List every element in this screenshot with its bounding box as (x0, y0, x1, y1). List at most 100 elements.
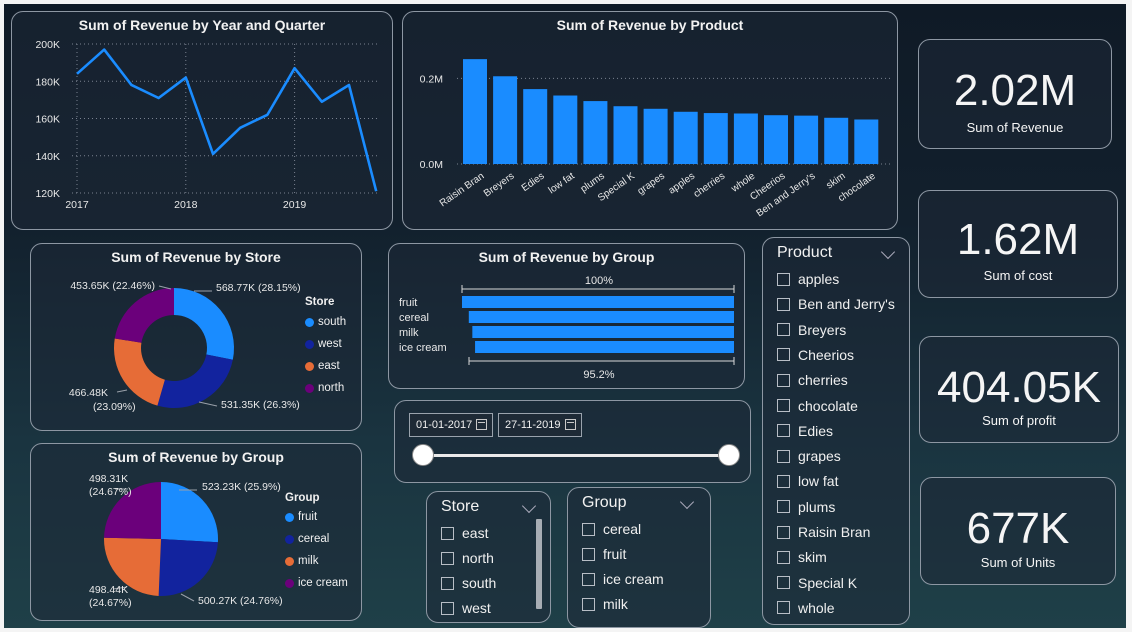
scrollbar[interactable] (536, 519, 542, 609)
checkbox[interactable] (777, 297, 790, 311)
slicer-item-special-k[interactable]: Special K (777, 575, 857, 591)
range-track[interactable] (423, 454, 729, 457)
data-label: 466.48K (69, 387, 108, 399)
legend-label: east (318, 360, 340, 372)
legend-item-east[interactable]: east (305, 360, 340, 372)
date-range-slicer[interactable]: 01-01-2017 27-11-2019 (394, 400, 751, 483)
legend-item-cereal[interactable]: cereal (285, 533, 329, 545)
x-tick-label: Breyers (482, 171, 517, 200)
legend-swatch (305, 339, 314, 349)
slicer-item-label: cereal (603, 521, 642, 537)
checkbox[interactable] (582, 572, 595, 586)
checkbox[interactable] (441, 526, 454, 540)
legend-item-fruit[interactable]: fruit (285, 511, 317, 523)
bar (523, 89, 548, 164)
slicer-item-edies[interactable]: Edies (777, 423, 833, 439)
bar (643, 108, 668, 164)
slicer-item-milk[interactable]: milk (582, 596, 628, 612)
slicer-item-ice-cream[interactable]: ice cream (582, 571, 664, 587)
slicer-item-label: milk (603, 596, 628, 612)
bar-chart-plot: 0.0M0.2MRaisin BranBreyers Edies low fat pl… (420, 59, 891, 219)
checkbox[interactable] (582, 597, 595, 611)
slicer-item-low-fat[interactable]: low fat (777, 473, 838, 489)
checkbox[interactable] (777, 424, 790, 438)
slicer-item-breyers[interactable]: Breyers (777, 322, 846, 338)
series-line (76, 48, 378, 192)
slicer-item-label: Breyers (798, 321, 847, 338)
slicer-item-chocolate[interactable]: chocolate (777, 398, 858, 414)
legend-item-west[interactable]: west (305, 338, 342, 350)
checkbox[interactable] (441, 576, 454, 590)
slicer-item-grapes[interactable]: grapes (777, 448, 841, 464)
slicer-item-ben-and-jerry-s[interactable]: Ben and Jerry's (777, 296, 895, 312)
slicer-item-west[interactable]: west (441, 600, 491, 616)
checkbox[interactable] (777, 576, 790, 590)
legend-item-milk[interactable]: milk (285, 555, 318, 567)
slicer-item-label: Raisin Bran (798, 524, 871, 540)
slicer-item-cherries[interactable]: cherries (777, 372, 848, 388)
x-tick-label: 2019 (283, 199, 307, 211)
checkbox[interactable] (777, 474, 790, 488)
slicer-item-skim[interactable]: skim (777, 549, 827, 565)
data-label: (23.09%) (93, 401, 136, 413)
revenue-by-product-chart[interactable]: Sum of Revenue by Product 0.0M 0.2M Raisin… (402, 11, 898, 230)
slicer-item-cheerios[interactable]: Cheerios (777, 347, 854, 363)
range-end-handle[interactable] (718, 444, 740, 466)
legend-item-south[interactable]: south (305, 316, 346, 328)
y-tick-label: 0.0M (420, 159, 443, 171)
legend-label: fruit (298, 511, 318, 523)
revenue-by-group-bar-chart[interactable]: Sum of Revenue by Group 100% fruit cereal m… (388, 243, 745, 389)
checkbox[interactable] (777, 525, 790, 539)
legend-item-north[interactable]: north (305, 382, 344, 394)
data-label: 498.31K (89, 473, 128, 485)
slicer-item-label: skim (798, 549, 827, 566)
slicer-item-raisin-bran[interactable]: Raisin Bran (777, 524, 870, 540)
chevron-down-icon[interactable] (521, 498, 537, 514)
store-slicer[interactable]: Store east north south west (426, 491, 551, 623)
legend-label: north (318, 382, 345, 394)
revenue-by-group-pie-chart[interactable]: Sum of Revenue by Group 523.23K (25.9%) 5… (30, 443, 362, 621)
slicer-item-north[interactable]: north (441, 550, 494, 566)
slicer-item-south[interactable]: south (441, 575, 496, 591)
slicer-item-east[interactable]: east (441, 525, 488, 541)
kpi-card-revenue: 2.02M Sum of Revenue (918, 39, 1112, 149)
y-tick-label: ice cream (399, 342, 447, 354)
chevron-down-icon[interactable] (880, 244, 896, 260)
slicer-item-fruit[interactable]: fruit (582, 546, 626, 562)
data-label: 568.77K (28.15%) (216, 282, 301, 294)
calendar-icon[interactable] (476, 419, 487, 430)
checkbox[interactable] (582, 547, 595, 561)
end-date-input[interactable]: 27-11-2019 (498, 413, 582, 437)
start-date-input[interactable]: 01-01-2017 (409, 413, 493, 437)
x-tick-label: Edies (520, 171, 547, 194)
checkbox[interactable] (777, 373, 790, 387)
checkbox[interactable] (777, 323, 790, 337)
checkbox[interactable] (777, 348, 790, 362)
legend-item-ice-cream[interactable]: ice cream (285, 577, 348, 589)
product-slicer[interactable]: Product apples Ben and Jerry's Breyers Chee… (762, 237, 910, 625)
group-slicer[interactable]: Group cereal fruit ice cream milk (567, 487, 711, 628)
checkbox[interactable] (777, 399, 790, 412)
checkbox[interactable] (777, 272, 790, 286)
checkbox[interactable] (441, 551, 454, 565)
range-start-handle[interactable] (412, 444, 434, 466)
bar (673, 111, 698, 164)
checkbox[interactable] (441, 601, 454, 615)
revenue-by-store-chart[interactable]: Sum of Revenue by Store 568.77K (28.15%)… (30, 243, 362, 431)
y-tick-label: cereal (399, 312, 429, 324)
leader-line (180, 593, 195, 602)
checkbox[interactable] (777, 601, 790, 615)
slicer-item-whole[interactable]: whole (777, 600, 835, 616)
legend-swatch (285, 534, 294, 544)
slicer-item-plums[interactable]: plums (777, 499, 835, 515)
checkbox[interactable] (777, 500, 790, 514)
slicer-item-cereal[interactable]: cereal (582, 521, 641, 537)
checkbox[interactable] (582, 522, 595, 536)
slicer-item-apples[interactable]: apples (777, 271, 839, 287)
slice (158, 539, 218, 596)
checkbox[interactable] (777, 550, 790, 564)
revenue-by-year-quarter-chart[interactable]: Sum of Revenue by Year and Quarter 120K 1… (11, 11, 393, 230)
chevron-down-icon[interactable] (679, 494, 695, 510)
checkbox[interactable] (777, 449, 790, 463)
calendar-icon[interactable] (565, 419, 576, 430)
